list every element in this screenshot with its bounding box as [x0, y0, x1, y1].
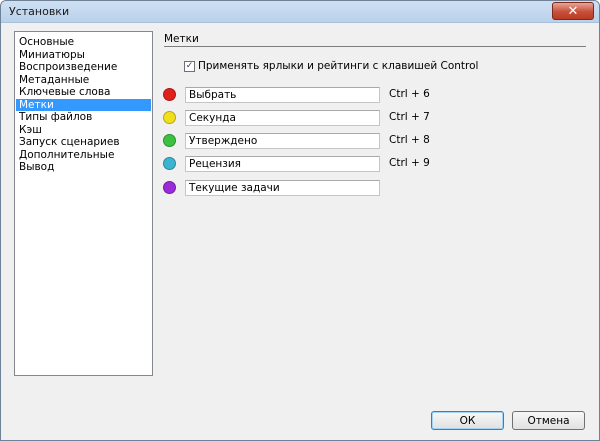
cancel-button[interactable]: Отмена — [512, 411, 585, 430]
sidebar-item[interactable]: Дополнительные — [16, 149, 151, 162]
label-shortcut: Ctrl + 6 — [389, 88, 430, 100]
label-shortcut: Ctrl + 8 — [389, 134, 430, 146]
control-key-option[interactable]: ✓ Применять ярлыки и рейтинги с клавишей… — [184, 60, 478, 72]
ok-button[interactable]: ОК — [431, 411, 504, 430]
sidebar-item[interactable]: Миниатюры — [16, 49, 151, 62]
sidebar-item[interactable]: Вывод — [16, 161, 151, 174]
control-key-checkbox[interactable]: ✓ — [184, 60, 195, 72]
label-row: Ctrl + 7 — [163, 110, 443, 126]
label-color-icon — [163, 134, 176, 147]
label-name-input[interactable] — [185, 156, 380, 172]
sidebar-item[interactable]: Типы файлов — [16, 111, 151, 124]
control-key-label: Применять ярлыки и рейтинги с клавишей C… — [198, 60, 479, 72]
close-icon: ✕ — [567, 3, 579, 19]
title-bar[interactable]: Установки ✕ — [1, 1, 599, 23]
label-row — [163, 180, 443, 196]
close-button[interactable]: ✕ — [552, 2, 594, 20]
checkmark-icon: ✓ — [185, 60, 194, 71]
label-row: Ctrl + 6 — [163, 87, 443, 103]
sidebar-item[interactable]: Метаданные — [16, 74, 151, 87]
preferences-window: Установки ✕ Основные Миниатюры Воспроизвед… — [0, 0, 600, 441]
label-color-icon — [163, 181, 176, 194]
label-name-input[interactable] — [185, 180, 380, 196]
label-name-input[interactable] — [185, 110, 380, 126]
sidebar-item[interactable]: Кэш — [16, 124, 151, 137]
label-color-icon — [163, 111, 176, 124]
sidebar-item[interactable]: Метки — [16, 98, 151, 111]
label-row: Ctrl + 9 — [163, 156, 443, 172]
section-title: Метки — [164, 33, 199, 45]
label-row: Ctrl + 8 — [163, 133, 443, 149]
category-list[interactable]: Основные Миниатюры Воспроизведение Метаданн… — [14, 31, 153, 376]
label-name-input[interactable] — [185, 133, 380, 149]
sidebar-item[interactable]: Воспроизведение — [16, 61, 151, 74]
sidebar-item[interactable]: Запуск сценариев — [16, 136, 151, 149]
label-color-icon — [163, 157, 176, 170]
label-name-input[interactable] — [185, 87, 380, 103]
sidebar-item[interactable]: Основные — [16, 36, 151, 49]
label-shortcut: Ctrl + 9 — [389, 157, 430, 169]
sidebar-item[interactable]: Ключевые слова — [16, 86, 151, 99]
section-divider — [164, 46, 586, 47]
window-title: Установки — [9, 5, 70, 18]
label-shortcut: Ctrl + 7 — [389, 111, 430, 123]
label-color-icon — [163, 88, 176, 101]
